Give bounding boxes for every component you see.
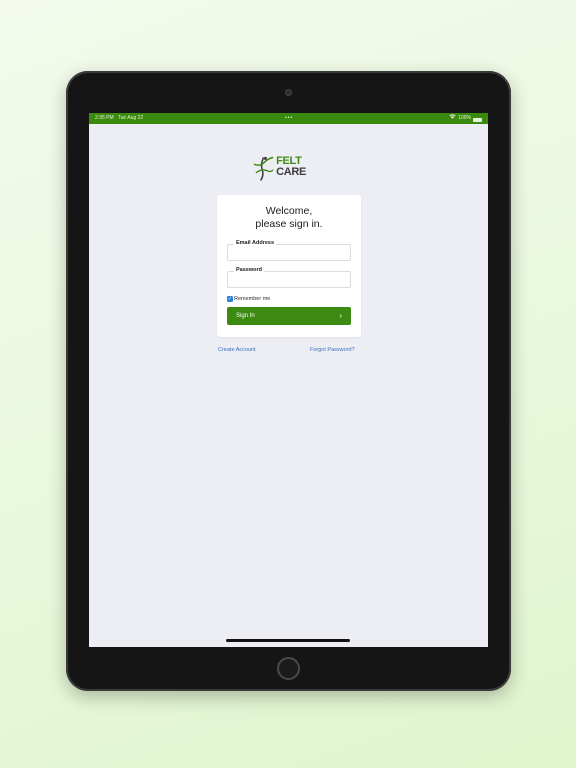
camera-icon [285,89,292,96]
sign-in-title: Welcome, please sign in. [255,205,323,230]
create-account-link[interactable]: Create Account [218,347,256,353]
email-field[interactable]: Email Address [227,240,351,261]
remember-me-checkbox[interactable]: ✓ [227,296,233,302]
forgot-password-link[interactable]: Forgot Password? [310,347,355,353]
battery-icon [473,118,482,122]
logo-wordmark: FELT CARE [276,154,307,178]
password-input[interactable] [228,272,350,287]
status-date: Tue Aug 22 [117,115,144,121]
status-time-date: 2:35 PM Tue Aug 22 [95,113,143,124]
tablet-frame: 2:35 PM Tue Aug 22 ••• 100% FELT CARE — … [66,71,511,691]
status-bar: 2:35 PM Tue Aug 22 ••• 100% [89,113,488,124]
battery-percent: 100% [458,115,471,121]
remember-me-label: Remember me [234,296,271,302]
remember-me-row[interactable]: ✓ Remember me [227,296,270,302]
logo-tagline: — [276,177,279,180]
sign-in-card: Welcome, please sign in. Email Address P… [217,195,361,337]
multitask-dots[interactable]: ••• [285,113,293,124]
home-indicator[interactable] [226,639,350,642]
logo-figure-icon [253,156,274,181]
home-button[interactable] [277,657,300,680]
sign-in-button[interactable]: Sign In › [227,307,351,325]
felt-care-logo: FELT CARE — [252,153,332,183]
email-input[interactable] [228,245,350,260]
app-screen: 2:35 PM Tue Aug 22 ••• 100% FELT CARE — … [89,113,488,647]
wifi-icon [449,113,456,124]
chevron-right-icon: › [339,311,342,320]
status-time: 2:35 PM [95,115,114,121]
status-right: 100% [449,113,482,124]
sign-in-label: Sign In [236,313,255,319]
password-field[interactable]: Password [227,267,351,288]
